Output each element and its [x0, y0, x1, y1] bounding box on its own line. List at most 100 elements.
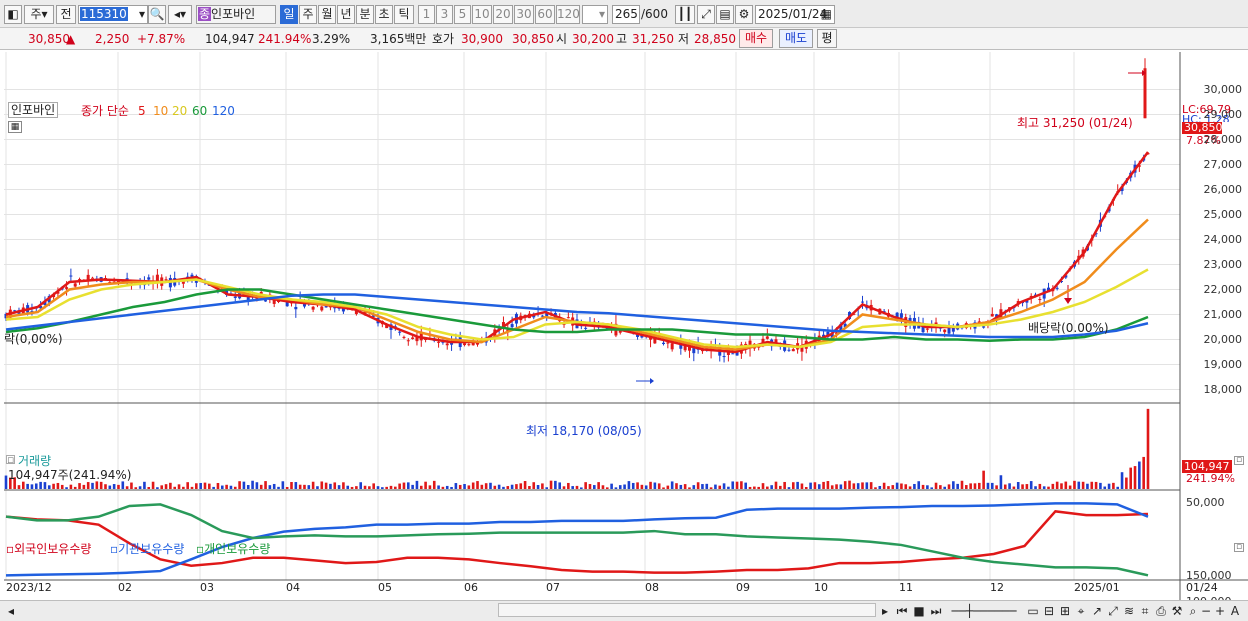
ma-60[interactable]: 60 — [192, 104, 207, 118]
gear-icon[interactable]: ⚙ — [735, 5, 753, 24]
interval-1-button[interactable]: 1 — [418, 5, 435, 24]
zoom-out-icon[interactable]: − — [1200, 603, 1212, 619]
fib-icon[interactable]: ≋ — [1122, 603, 1136, 619]
interval-20-button[interactable]: 20 — [493, 5, 513, 24]
count-input[interactable]: 265 — [612, 5, 640, 24]
ma-20[interactable]: 20 — [172, 104, 187, 118]
volume-bar — [402, 482, 406, 489]
layout-icon-1[interactable]: ▭ — [1026, 603, 1040, 619]
volume-bar — [147, 487, 151, 489]
scroll-right-icon[interactable]: ▸ — [878, 603, 892, 619]
date-axis-label: 06 — [464, 581, 478, 594]
calendar-icon[interactable]: ▦ — [821, 6, 832, 23]
stock-name-field[interactable]: 종인포바인 — [196, 5, 276, 24]
trend-icon[interactable]: ↗ — [1090, 603, 1104, 619]
print-icon[interactable]: ⎙ — [1154, 603, 1168, 619]
high-annotation: 최고 31,250 (01/24) — [1017, 116, 1133, 130]
draw-icon[interactable]: ⤢ — [697, 5, 715, 24]
interval-10-button[interactable]: 10 — [472, 5, 492, 24]
ma-5[interactable]: 5 — [138, 104, 146, 118]
crosshair-icon[interactable]: ⌖ — [1074, 603, 1088, 619]
volume-bar — [151, 481, 155, 489]
forward-icon[interactable]: ⏭ — [928, 603, 944, 619]
speaker-icon[interactable]: ◂▾ — [168, 5, 192, 24]
layout-icon-3[interactable]: ⊞ — [1058, 603, 1072, 619]
scroll-left-icon[interactable]: ◂ — [4, 603, 18, 619]
candle-body — [791, 349, 795, 352]
volume-bar — [567, 482, 570, 489]
interval-select[interactable]: ▾ — [582, 5, 608, 24]
volume-bar — [917, 481, 921, 489]
scrollbar-thumb[interactable] — [498, 603, 876, 617]
period-week-tab[interactable]: 주 — [299, 5, 317, 24]
volume-rate-tag: 241.94% — [1186, 472, 1235, 485]
tool-icon[interactable]: ⚒ — [1170, 603, 1184, 619]
candle-icon[interactable]: ┃┃ — [675, 5, 695, 24]
interval-3-button[interactable]: 3 — [436, 5, 453, 24]
candle-body — [155, 274, 159, 282]
bid-label: 호가 — [432, 32, 455, 46]
interval-120-button[interactable]: 120 — [556, 5, 580, 24]
interval-30-button[interactable]: 30 — [514, 5, 534, 24]
candle-body — [445, 343, 449, 346]
candle-body — [899, 313, 903, 318]
font-icon[interactable]: A — [1228, 603, 1242, 619]
volume-bar — [757, 486, 760, 489]
buy-button[interactable]: 매수 — [739, 29, 773, 48]
volume-bar — [631, 482, 635, 489]
individual-holding-label[interactable]: ▫개인보유수량 — [196, 542, 270, 556]
zoom-slider[interactable]: ──┼────── — [948, 603, 1020, 619]
stock-label[interactable]: 인포바인 — [8, 102, 59, 118]
period-minute-tab[interactable]: 분 — [356, 5, 374, 24]
candle-body — [398, 331, 402, 333]
sell-button[interactable]: 매도 — [779, 29, 813, 48]
volume-title[interactable]: 거래량 — [18, 454, 51, 468]
volume-bar — [1025, 484, 1029, 489]
foreign-holding-label[interactable]: ▫외국인보유수량 — [6, 542, 91, 556]
period-year-tab[interactable]: 년 — [337, 5, 355, 24]
volume-bar — [783, 481, 786, 489]
avg-button[interactable]: 평 — [817, 29, 837, 48]
panel-close-icon-2[interactable]: ▫ — [1234, 543, 1244, 552]
search-icon[interactable]: 🔍 — [148, 5, 166, 24]
volume-bar — [476, 481, 479, 489]
ma-120[interactable]: 120 — [212, 104, 235, 118]
trend-icon-2[interactable]: ⤢ — [1106, 603, 1120, 619]
zoom-icon[interactable]: ⌕ — [1186, 603, 1200, 619]
stop-icon[interactable]: ■ — [912, 603, 926, 619]
volume-bar — [977, 482, 981, 489]
stock-code-input[interactable]: 115310 ▾ — [78, 5, 148, 24]
ma-10[interactable]: 10 — [153, 104, 168, 118]
ma-label[interactable]: 종가 단순 — [81, 104, 129, 118]
period-day-tab[interactable]: 일 — [280, 5, 298, 24]
candle-body — [787, 349, 791, 351]
panel-toggle-icon[interactable]: ▫ — [6, 454, 15, 465]
panel-close-icon[interactable]: ▫ — [1234, 456, 1244, 465]
layout-icon[interactable]: ◧ — [4, 5, 22, 24]
price: 30,850 — [28, 32, 70, 46]
holding-lines — [5, 502, 1149, 577]
layout-icon-2[interactable]: ⊟ — [1042, 603, 1056, 619]
interval-60-button[interactable]: 60 — [535, 5, 555, 24]
volume-bar — [1138, 461, 1141, 489]
table-icon[interactable]: ▦ — [8, 121, 22, 133]
period-second-tab[interactable]: 초 — [375, 5, 393, 24]
institution-holding-label[interactable]: ▫기관보유수량 — [110, 542, 184, 556]
market-select[interactable]: 주▾ — [24, 5, 54, 24]
volume-bar — [1073, 480, 1076, 489]
save-icon[interactable]: ▤ — [716, 5, 734, 24]
zoom-in-icon[interactable]: + — [1214, 603, 1226, 619]
period-tick-tab[interactable]: 틱 — [394, 5, 414, 24]
interval-5-button[interactable]: 5 — [454, 5, 471, 24]
volume-bar — [56, 482, 60, 489]
volume-bar — [233, 486, 237, 489]
prev-button[interactable]: 전 — [56, 5, 76, 24]
volume-bar — [688, 487, 691, 489]
chevron-down-icon[interactable]: ▾ — [139, 6, 145, 23]
period-month-tab[interactable]: 월 — [318, 5, 336, 24]
date-input[interactable]: 2025/01/24 ▦ — [755, 5, 835, 24]
volume-bar — [381, 487, 384, 489]
chart-area[interactable]: 인포바인 종가 단순 5 10 20 60 120 ▦ LC:69.79 HC:… — [0, 50, 1248, 608]
text-icon[interactable]: ⌗ — [1138, 603, 1152, 619]
rewind-icon[interactable]: ⏮ — [894, 603, 910, 619]
